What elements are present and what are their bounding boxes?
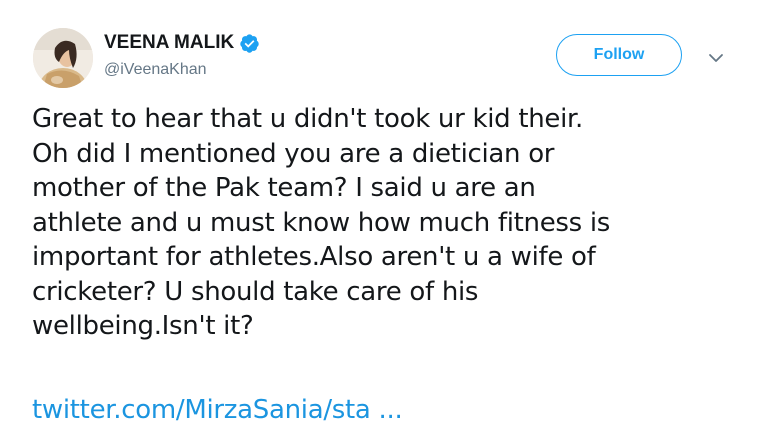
tweet-text-line: wellbeing.Isn't it? — [32, 311, 254, 341]
profile-photo-icon — [33, 28, 93, 88]
tweet-text-line: athlete and u must know how much fitness… — [32, 207, 611, 238]
verified-badge-icon — [239, 33, 260, 54]
display-name[interactable]: VEENA MALIK — [104, 32, 234, 54]
tweet-text-line: Great to hear that u didn't took ur kid … — [32, 104, 583, 134]
chevron-down-icon[interactable] — [706, 50, 726, 64]
tweet-text-line: mother of the Pak team? I said u are an — [32, 173, 536, 203]
quoted-tweet-link[interactable]: twitter.com/MirzaSania/sta ... — [32, 393, 403, 427]
tweet-text: Great to hear that u didn't took ur kid … — [32, 102, 752, 344]
tweet-text-line: cricketer? U should take care of his — [32, 276, 479, 307]
avatar[interactable] — [33, 28, 93, 88]
tweet-card: VEENA MALIK @iVeenaKhan Follow Great to … — [0, 0, 763, 428]
tweet-text-line: important for athletes.Also aren't u a w… — [32, 242, 596, 272]
user-name-row[interactable]: VEENA MALIK — [104, 30, 260, 56]
user-handle[interactable]: @iVeenaKhan — [104, 61, 207, 79]
follow-button[interactable]: Follow — [556, 34, 682, 76]
tweet-text-line: Oh did I mentioned you are a dietician o… — [32, 138, 555, 169]
